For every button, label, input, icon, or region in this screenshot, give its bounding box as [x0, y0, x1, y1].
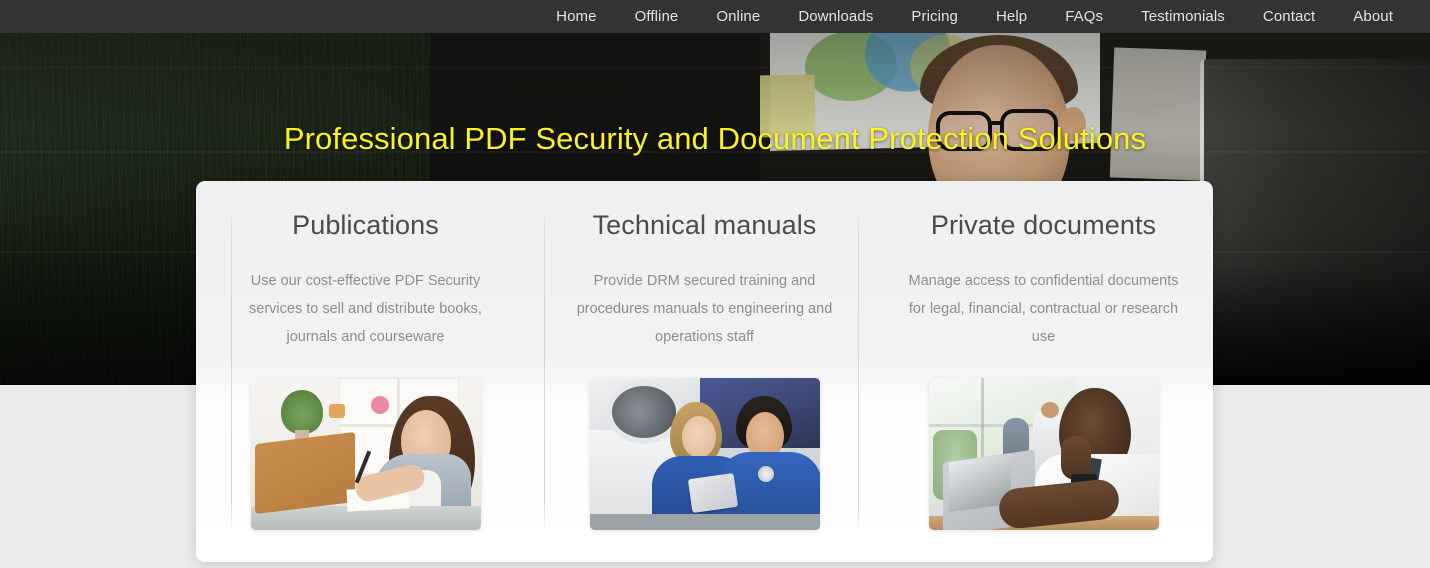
feature-title: Private documents — [930, 210, 1157, 240]
hangar-floor — [589, 514, 820, 531]
feature-card-private-documents[interactable]: Private documents Manage access to confi… — [874, 181, 1213, 562]
top-navigation-bar: Home Offline Online Downloads Pricing He… — [0, 0, 1430, 33]
nav-item-online[interactable]: Online — [697, 0, 779, 33]
flower-icon — [370, 396, 389, 415]
feature-image-technical-manuals — [589, 378, 820, 531]
nav-item-contact[interactable]: Contact — [1244, 0, 1334, 33]
features-columns: Publications Use our cost-effective PDF … — [196, 181, 1213, 562]
aircraft-engine — [611, 386, 676, 439]
nav-item-offline[interactable]: Offline — [616, 0, 698, 33]
nav-item-pricing[interactable]: Pricing — [892, 0, 977, 33]
feature-card-technical-manuals[interactable]: Technical manuals Provide DRM secured tr… — [535, 181, 874, 562]
background-person-2-head — [1040, 402, 1059, 419]
feature-description: Manage access to confidential documents … — [908, 272, 1179, 346]
nav-menu: Home Offline Online Downloads Pricing He… — [537, 0, 1412, 33]
engineer-woman-face — [681, 416, 716, 459]
nav-item-downloads[interactable]: Downloads — [779, 0, 892, 33]
nav-item-testimonials[interactable]: Testimonials — [1122, 0, 1244, 33]
nav-item-help[interactable]: Help — [977, 0, 1046, 33]
plant-icon — [280, 390, 323, 447]
feature-image-private-documents — [928, 378, 1159, 531]
tablet-icon — [687, 473, 738, 514]
feature-title: Technical manuals — [592, 210, 817, 240]
hero-headline: Professional PDF Security and Document P… — [283, 121, 1147, 156]
feature-card-publications[interactable]: Publications Use our cost-effective PDF … — [196, 181, 535, 562]
nav-item-faqs[interactable]: FAQs — [1046, 0, 1122, 33]
feature-description: Use our cost-effective PDF Security serv… — [249, 272, 482, 346]
pot-icon — [328, 404, 345, 419]
nav-item-home[interactable]: Home — [537, 0, 615, 33]
tool-icon — [757, 466, 774, 483]
features-panel: Publications Use our cost-effective PDF … — [196, 181, 1213, 562]
feature-image-publications — [250, 378, 481, 531]
page-root: Home Offline Online Downloads Pricing He… — [0, 0, 1430, 568]
hero-scanline-1 — [0, 67, 1430, 68]
feature-title: Publications — [292, 210, 439, 240]
feature-description: Provide DRM secured training and procedu… — [576, 272, 833, 346]
laptop-icon — [254, 432, 355, 515]
nav-item-about[interactable]: About — [1334, 0, 1412, 33]
